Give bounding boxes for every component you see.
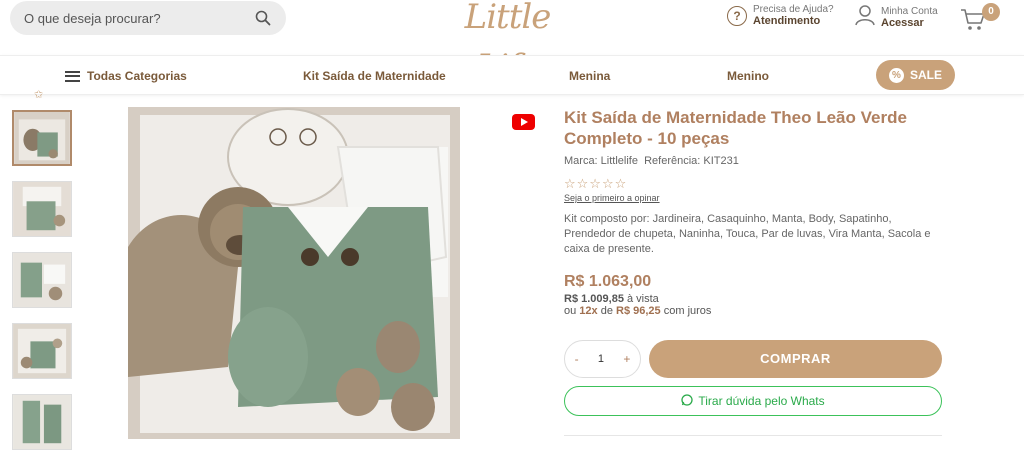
all-categories-label: Todas Categorias [87,69,187,83]
sale-label: SALE [909,68,942,82]
help-link[interactable]: ? Precisa de Ajuda? Atendimento [727,4,834,28]
whatsapp-button[interactable]: Tirar dúvida pelo Whats [564,386,942,416]
all-categories-menu[interactable]: Todas Categorias [65,56,187,96]
product-meta: Marca: Littlelife Referência: KIT231 [564,155,944,167]
thumbnail-up-arrow-icon[interactable]: ✩ [34,88,43,101]
product-description: Kit composto por: Jardineira, Casaquinho… [564,213,931,255]
quantity-increase-button[interactable]: + [623,352,630,366]
help-label: Atendimento [753,15,821,27]
logo[interactable]: Little Life [440,0,575,87]
search-icon[interactable] [254,9,272,27]
quantity-decrease-button[interactable]: - [575,352,579,366]
whatsapp-label: Tirar dúvida pelo Whats [698,394,825,408]
account-small-label: Minha Conta [881,5,938,17]
installments: ou 12x de R$ 96,25 com juros [564,305,944,317]
whatsapp-icon [681,393,694,409]
thumbnail-3[interactable] [12,252,72,308]
product-title: Kit Saída de Maternidade Theo Leão Verde… [564,108,907,148]
buy-button[interactable]: COMPRAR [649,340,942,378]
search-input[interactable]: O que deseja procurar? [24,11,254,26]
reference-label: Referência: KIT231 [644,155,739,167]
product-main-image[interactable] [128,107,460,439]
buy-row: - 1 + COMPRAR [564,340,944,378]
thumbnail-4[interactable] [12,323,72,379]
product-price: R$ 1.063,00 [564,273,652,290]
first-review-link[interactable]: Seja o primeiro a opinar [564,193,944,203]
thumbnail-2[interactable] [12,181,72,237]
sale-button[interactable]: % SALE [876,60,955,90]
question-icon: ? [727,6,747,26]
installments-suffix: com juros [660,305,712,317]
installments-prefix: ou [564,305,580,317]
cash-price-suffix: à vista [623,293,659,305]
installments-count: 12x [579,305,598,317]
search-bar[interactable]: O que deseja procurar? [10,1,286,35]
menu-icon [65,70,80,82]
divider [564,435,942,436]
rating-stars[interactable]: ☆☆☆☆☆ [564,176,944,192]
brand-label: Marca: Littlelife [564,155,638,167]
cash-price-value: R$ 1.009,85 [564,293,624,305]
main-nav: Todas Categorias Kit Saída de Maternidad… [0,55,1024,95]
user-icon [855,4,875,31]
product-info: Kit Saída de Maternidade Theo Leão Verde… [564,107,944,436]
thumbnail-5[interactable] [12,394,72,450]
quantity-value[interactable]: 1 [598,353,604,365]
percent-icon: % [888,67,904,83]
top-header: O que deseja procurar? Little Life ? Pre… [0,0,1024,87]
installments-middle: de [597,305,617,317]
cart-count-badge: 0 [982,3,1000,21]
account-link[interactable]: Minha Conta Acessar [855,4,938,31]
nav-item-menina[interactable]: Menina [569,56,610,96]
thumbnail-1[interactable] [12,110,72,166]
help-small-label: Precisa de Ajuda? [753,4,834,15]
nav-item-kit-saida[interactable]: Kit Saída de Maternidade [303,56,446,96]
account-label: Acessar [881,16,924,29]
thumbnail-list [12,110,76,465]
installments-value: R$ 96,25 [616,305,661,317]
quantity-stepper: - 1 + [564,340,641,378]
cash-price: R$ 1.009,85 à vista [564,293,944,305]
nav-item-menino[interactable]: Menino [727,56,769,96]
cart-button[interactable]: 0 [960,3,1000,32]
youtube-icon[interactable] [512,114,535,130]
